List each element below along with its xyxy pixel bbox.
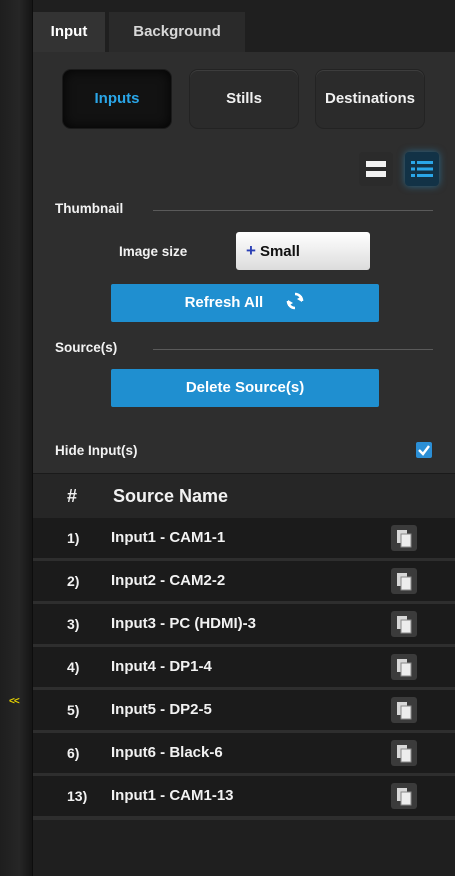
checkmark-icon <box>418 445 430 456</box>
row-number: 3) <box>67 616 80 632</box>
copy-icon <box>397 702 412 720</box>
copy-icon <box>397 788 412 806</box>
table-row[interactable]: 6) Input6 - Black-6 <box>33 733 455 776</box>
plus-icon: + <box>246 241 256 260</box>
tab-background[interactable]: Background <box>109 12 245 52</box>
row-number: 4) <box>67 659 80 675</box>
row-source-name: Input4 - DP1-4 <box>111 658 212 675</box>
input-panel: Input Background Inputs Stills Destinati… <box>33 0 455 876</box>
row-source-name: Input1 - CAM1-1 <box>111 529 226 546</box>
copy-button[interactable] <box>391 697 417 723</box>
list-view-icon <box>411 161 433 177</box>
left-collapse-strip: << <box>0 0 33 876</box>
delete-sources-button[interactable]: Delete Source(s) <box>111 369 379 407</box>
row-source-name: Input3 - PC (HDMI)-3 <box>111 615 256 632</box>
row-source-name: Input2 - CAM2-2 <box>111 572 226 589</box>
row-number: 5) <box>67 702 80 718</box>
copy-button[interactable] <box>391 525 417 551</box>
table-row[interactable]: 1) Input1 - CAM1-1 <box>33 518 455 561</box>
copy-button[interactable] <box>391 740 417 766</box>
stills-segment-button[interactable]: Stills <box>190 70 298 128</box>
copy-icon <box>397 659 412 677</box>
image-size-value: Small <box>259 243 300 260</box>
list-view-button[interactable] <box>405 152 439 186</box>
refresh-all-button[interactable]: Refresh All <box>111 284 379 322</box>
copy-button[interactable] <box>391 611 417 637</box>
copy-button[interactable] <box>391 568 417 594</box>
row-number: 13) <box>67 788 88 804</box>
copy-icon <box>397 745 412 763</box>
grid-view-icon <box>366 161 386 177</box>
tab-bar: Input Background <box>33 0 455 52</box>
table-row[interactable]: 13) Input1 - CAM1-13 <box>33 776 455 819</box>
table-row[interactable]: 3) Input3 - PC (HDMI)-3 <box>33 604 455 647</box>
copy-icon <box>397 530 412 548</box>
refresh-icon <box>287 292 304 310</box>
copy-icon <box>397 573 412 591</box>
row-number: 2) <box>67 573 80 589</box>
thumbnail-section-title: Thumbnail <box>55 201 124 216</box>
table-row[interactable]: 5) Input5 - DP2-5 <box>33 690 455 733</box>
hide-inputs-checkbox[interactable] <box>416 442 432 458</box>
table-row[interactable]: 2) Input2 - CAM2-2 <box>33 561 455 604</box>
copy-icon <box>397 616 412 634</box>
collapse-panel-button[interactable]: << <box>9 696 20 707</box>
row-number: 1) <box>67 530 80 546</box>
row-source-name: Input5 - DP2-5 <box>111 701 212 718</box>
row-source-name: Input6 - Black-6 <box>111 744 223 761</box>
row-number: 6) <box>67 745 80 761</box>
list-empty-area <box>33 820 455 876</box>
tab-input[interactable]: Input <box>33 12 105 52</box>
source-table-header: # Source Name <box>33 473 455 518</box>
destinations-segment-button[interactable]: Destinations <box>316 70 424 128</box>
table-row[interactable]: 4) Input4 - DP1-4 <box>33 647 455 690</box>
column-header-source-name: Source Name <box>113 486 229 506</box>
refresh-all-label: Refresh All <box>184 294 264 311</box>
sources-divider <box>153 349 433 350</box>
hide-inputs-label: Hide Input(s) <box>55 443 138 458</box>
copy-button[interactable] <box>391 783 417 809</box>
sources-section-title: Source(s) <box>55 340 118 355</box>
image-size-dropdown[interactable]: + Small <box>236 232 370 270</box>
column-header-number: # <box>67 486 78 506</box>
inputs-segment-button[interactable]: Inputs <box>63 70 171 128</box>
row-source-name: Input1 - CAM1-13 <box>111 787 234 804</box>
thumbnail-divider <box>153 210 433 211</box>
copy-button[interactable] <box>391 654 417 680</box>
image-size-label: Image size <box>119 244 188 259</box>
grid-view-button[interactable] <box>359 152 393 186</box>
